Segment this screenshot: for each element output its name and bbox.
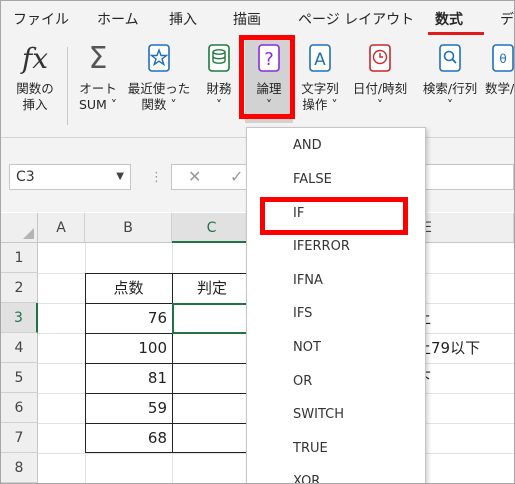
row-header-6[interactable]: 6 [1, 393, 38, 423]
cell-b4[interactable]: 100 [85, 333, 167, 363]
text-functions-label-2: 操作 ˅ [302, 97, 338, 112]
datetime-label-1: 日付/時刻 [352, 81, 408, 96]
logical-functions-dropdown: AND FALSE IF IFERROR IFNA IFS NOT OR SWI… [246, 127, 426, 483]
menu-item-false[interactable]: FALSE [293, 170, 332, 190]
recent-functions-button[interactable]: 最近使った 関数 ˅ [125, 41, 193, 113]
text-functions-button[interactable]: A 文字列 操作 ˅ [295, 41, 345, 113]
cell-e3-fragment: 上 [416, 303, 514, 333]
row-header-2[interactable]: 2 [1, 273, 38, 303]
cell-b5[interactable]: 81 [85, 363, 167, 393]
menu-item-ifs[interactable]: IFS [293, 304, 312, 324]
tab-home[interactable]: ホーム [97, 9, 139, 29]
insert-function-label-2: 挿入 [22, 97, 48, 112]
cancel-icon[interactable]: ✕ [188, 167, 201, 186]
cell-e4-fragment: 上79以下 [416, 339, 481, 357]
tab-formulas[interactable]: 数式 [435, 9, 463, 29]
excel-window: ファイル ホーム 挿入 描画 ページ レイアウト 数式 デ fx 関数の 挿入 … [0, 0, 515, 484]
menu-item-true[interactable]: TRUE [293, 439, 328, 459]
menu-item-ifna[interactable]: IFNA [293, 271, 323, 291]
cell-b3[interactable]: 76 [85, 303, 167, 333]
tab-data[interactable]: デ [500, 9, 514, 29]
row-header-5[interactable]: 5 [1, 363, 38, 393]
menu-item-not[interactable]: NOT [293, 338, 321, 358]
autosum-label-2: SUM ˅ [78, 97, 118, 112]
math-label-1: 数学/ [485, 81, 515, 96]
text-functions-label-1: 文字列 [301, 81, 339, 96]
math-book-icon: θ [492, 44, 514, 72]
sigma-icon: Σ [88, 41, 108, 76]
row-header-7[interactable]: 7 [1, 423, 38, 453]
if-highlight-box [260, 197, 408, 235]
tab-page-layout[interactable]: ページ レイアウト [298, 9, 414, 29]
financial-button[interactable]: 財務 ˅ [199, 41, 239, 113]
tab-file[interactable]: ファイル [13, 9, 69, 29]
datetime-button[interactable]: 日付/時刻 ˅ [347, 41, 413, 113]
logical-highlight-box [239, 35, 295, 119]
letter-a-book-icon: A [309, 44, 331, 72]
cell-b7[interactable]: 68 [85, 423, 167, 453]
grip-dots-icon: ⋮ [150, 170, 163, 185]
cell-b2[interactable]: 点数 [85, 273, 172, 303]
active-cell-c3[interactable] [172, 303, 252, 334]
name-box[interactable]: C3 ▼ [9, 164, 131, 190]
column-header-c[interactable]: C [172, 213, 252, 243]
ribbon-separator [67, 47, 68, 125]
financial-label-1: 財務 [206, 81, 232, 96]
svg-text:θ: θ [499, 52, 506, 66]
row-header-4[interactable]: 4 [1, 333, 38, 363]
svg-text:A: A [314, 50, 326, 70]
ribbon-formulas: fx 関数の 挿入 Σ オート SUM ˅ 最近使った 関数 ˅ 財務 ˅ ? … [1, 35, 515, 138]
star-book-icon [148, 44, 170, 72]
menu-item-xor[interactable]: XOR [293, 472, 320, 483]
row-header-1[interactable]: 1 [1, 243, 38, 273]
recent-functions-label-1: 最近使った [127, 81, 191, 96]
datetime-label-2: ˅ [376, 97, 384, 112]
name-box-value: C3 [16, 169, 35, 185]
cell-e5-fragment: 下 [416, 363, 514, 393]
menu-item-iferror[interactable]: IFERROR [293, 237, 350, 257]
tab-insert[interactable]: 挿入 [169, 9, 197, 29]
coins-book-icon [208, 44, 230, 72]
insert-function-label-1: 関数の [16, 81, 54, 96]
cell-b6[interactable]: 59 [85, 393, 167, 423]
lookup-label-1: 検索/行列 [422, 81, 478, 96]
active-tab-indicator [428, 32, 484, 35]
column-header-b[interactable]: B [85, 213, 172, 243]
tab-draw[interactable]: 描画 [233, 9, 261, 29]
fx-icon: fx [21, 42, 49, 75]
lookup-button[interactable]: 検索/行列 ˅ [417, 41, 483, 113]
ribbon-tab-bar: ファイル ホーム 挿入 描画 ページ レイアウト 数式 デ [1, 1, 514, 37]
autosum-label-1: オート [79, 81, 117, 96]
magnifier-book-icon [439, 44, 461, 72]
menu-item-and[interactable]: AND [293, 136, 322, 156]
select-all-corner[interactable] [1, 213, 38, 243]
chevron-down-icon[interactable]: ▼ [116, 165, 124, 189]
row-header-8[interactable]: 8 [1, 453, 38, 483]
clock-book-icon [369, 44, 391, 72]
column-header-a[interactable]: A [38, 213, 85, 243]
lookup-label-2: ˅ [446, 97, 454, 112]
menu-item-switch[interactable]: SWITCH [293, 405, 344, 425]
autosum-button[interactable]: Σ オート SUM ˅ [73, 41, 123, 113]
financial-label-2: ˅ [215, 97, 223, 112]
cell-c2[interactable]: 判定 [172, 273, 252, 303]
recent-functions-label-2: 関数 ˅ [141, 97, 177, 112]
enter-icon[interactable]: ✓ [230, 167, 243, 186]
insert-function-button[interactable]: fx 関数の 挿入 [9, 41, 61, 113]
menu-item-or[interactable]: OR [293, 372, 312, 392]
math-button[interactable]: θ 数学/ [485, 41, 515, 97]
row-header-3[interactable]: 3 [1, 303, 38, 333]
